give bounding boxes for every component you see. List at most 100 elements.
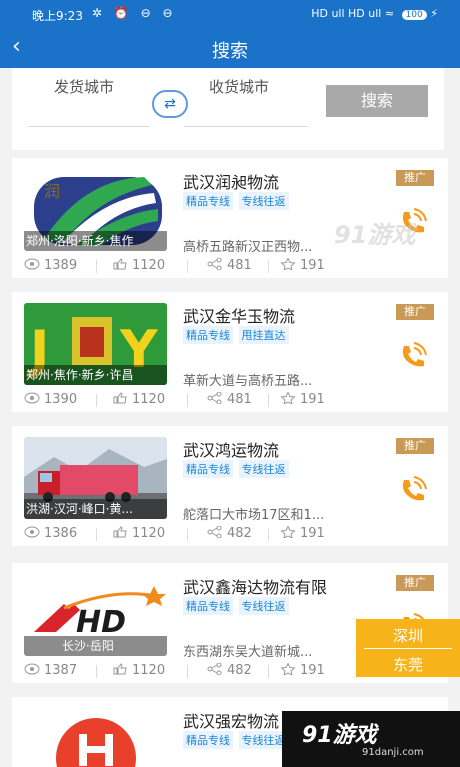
divider <box>96 528 97 541</box>
svg-text:润: 润 <box>44 182 60 201</box>
likes-stat[interactable]: 1120 <box>112 526 165 541</box>
battery-icon: 100 <box>401 10 427 20</box>
tag-list: 精品专线 专线往返 <box>183 460 291 478</box>
tag: 精品专线 <box>183 192 233 210</box>
stats-row: 1390 1120 481 191 <box>24 392 436 410</box>
tag: 专线往返 <box>238 731 289 749</box>
tag: 专线往返 <box>238 460 289 478</box>
float-city-1[interactable]: 深圳 <box>356 625 460 646</box>
divider <box>268 260 269 273</box>
status-time: 晚上9:23 <box>32 9 83 23</box>
favorites-stat[interactable]: 191 <box>280 392 325 407</box>
company-logo-image: J Y 郑州·焦作·新乡·许昌 <box>24 303 167 385</box>
listing-card[interactable]: 洪湖·汉河·峰口·黄... 武汉鸿运物流 精品专线 专线往返 推广 舵落口大市场… <box>12 426 448 546</box>
views-stat: 1390 <box>24 392 77 407</box>
route-caption: 郑州·洛阳·新乡·焦作 <box>24 231 167 251</box>
share-icon <box>207 258 222 270</box>
watermark-url: 91danji.com <box>362 747 424 758</box>
stats-row: 1386 1120 482 191 <box>24 526 436 544</box>
phone-icon[interactable] <box>396 474 428 506</box>
promo-badge: 推广 <box>396 170 434 186</box>
thumbs-up-icon <box>113 526 127 538</box>
floating-city-panel[interactable]: 深圳 东莞 <box>356 619 460 677</box>
route-caption: 郑州·焦作·新乡·许昌 <box>24 365 167 385</box>
address-text: 舵落口大市场17区和1... <box>183 508 325 523</box>
from-city-field[interactable]: 发货城市 <box>54 76 114 97</box>
promo-badge: 推广 <box>396 575 434 591</box>
likes-stat[interactable]: 1120 <box>112 663 165 678</box>
nav-bar: ‹ 搜索 <box>0 30 460 68</box>
route-caption: 长沙·岳阳 <box>24 636 167 656</box>
tag-list: 精品专线 专线往返 <box>183 192 291 210</box>
address-text: 东西湖东吴大道新城... <box>183 645 313 660</box>
tag-list: 精品专线 专线往返 <box>183 731 291 749</box>
likes-stat[interactable]: 1120 <box>112 258 165 273</box>
tag: 精品专线 <box>183 597 233 615</box>
divider <box>96 665 97 678</box>
promo-badge: 推广 <box>396 438 434 454</box>
signal-icon: HD ull HD ull ≈ <box>311 7 395 20</box>
tag: 专线往返 <box>238 597 289 615</box>
shares-stat[interactable]: 481 <box>207 258 252 273</box>
float-city-2[interactable]: 东莞 <box>356 654 460 675</box>
divider <box>96 260 97 273</box>
company-name[interactable]: 武汉金华玉物流 <box>183 303 295 327</box>
likes-stat[interactable]: 1120 <box>112 392 165 407</box>
address-text: 革新大道与高桥五路... <box>183 374 313 389</box>
divider <box>364 648 452 649</box>
status-bar: 晚上9:23 ✲ ⏰ ⊖ ⊖ HD ull HD ull ≈ 100 ⚡ <box>0 0 460 30</box>
share-icon <box>207 392 222 404</box>
company-truck-image: 洪湖·汉河·峰口·黄... <box>24 437 167 519</box>
phone-icon[interactable] <box>396 340 428 372</box>
shares-stat[interactable]: 482 <box>207 526 252 541</box>
shares-stat[interactable]: 482 <box>207 663 252 678</box>
thumbs-up-icon <box>113 663 127 675</box>
status-left-icons: ✲ ⏰ ⊖ ⊖ <box>92 6 177 20</box>
page-title: 搜索 <box>212 41 248 62</box>
promo-badge: 推广 <box>396 304 434 320</box>
eye-icon <box>24 526 40 538</box>
views-stat: 1386 <box>24 526 77 541</box>
tag: 甩挂直达 <box>238 326 289 344</box>
to-city-underline <box>184 126 308 127</box>
shares-stat[interactable]: 481 <box>207 392 252 407</box>
company-logo-image: 润 郑州·洛阳·新乡·焦作 <box>24 169 167 251</box>
listing-card[interactable]: J Y 郑州·焦作·新乡·许昌 武汉金华玉物流 精品专线 甩挂直达 推广 革新大… <box>12 292 448 412</box>
from-city-underline <box>28 126 150 127</box>
star-icon <box>280 663 296 675</box>
company-logo-image: HD 长沙·岳阳 <box>24 574 167 656</box>
watermark-logo: 91游戏 <box>334 221 416 249</box>
company-name[interactable]: 武汉润昶物流 <box>183 169 279 193</box>
divider <box>96 394 97 407</box>
company-name[interactable]: 武汉鑫海达物流有限 <box>183 574 327 598</box>
company-name[interactable]: 武汉鸿运物流 <box>183 437 279 461</box>
favorites-stat[interactable]: 191 <box>280 258 325 273</box>
search-button[interactable]: 搜索 <box>326 85 428 117</box>
eye-icon <box>24 663 40 675</box>
to-city-field[interactable]: 收货城市 <box>209 76 269 97</box>
tag-list: 精品专线 专线往返 <box>183 597 291 615</box>
divider <box>268 528 269 541</box>
watermark-title: 91游戏 <box>302 723 377 748</box>
swap-cities-icon[interactable]: ⇄ <box>152 90 188 118</box>
divider <box>187 260 188 273</box>
share-icon <box>207 663 222 675</box>
divider <box>187 394 188 407</box>
favorites-stat[interactable]: 191 <box>280 526 325 541</box>
favorites-stat[interactable]: 191 <box>280 663 325 678</box>
star-icon <box>280 392 296 404</box>
divider <box>187 528 188 541</box>
company-name[interactable]: 武汉强宏物流 <box>183 708 279 732</box>
tag: 精品专线 <box>183 326 233 344</box>
views-stat: 1387 <box>24 663 77 678</box>
thumbs-up-icon <box>113 392 127 404</box>
stats-row: 1389 1120 481 191 <box>24 258 436 276</box>
search-panel: 发货城市 ⇄ 收货城市 搜索 <box>12 68 444 150</box>
thumbs-up-icon <box>113 258 127 270</box>
views-stat: 1389 <box>24 258 77 273</box>
star-icon <box>280 258 296 270</box>
tag: 专线往返 <box>238 192 289 210</box>
divider <box>268 665 269 678</box>
svg-text:HD: HD <box>76 605 126 640</box>
eye-icon <box>24 258 40 270</box>
